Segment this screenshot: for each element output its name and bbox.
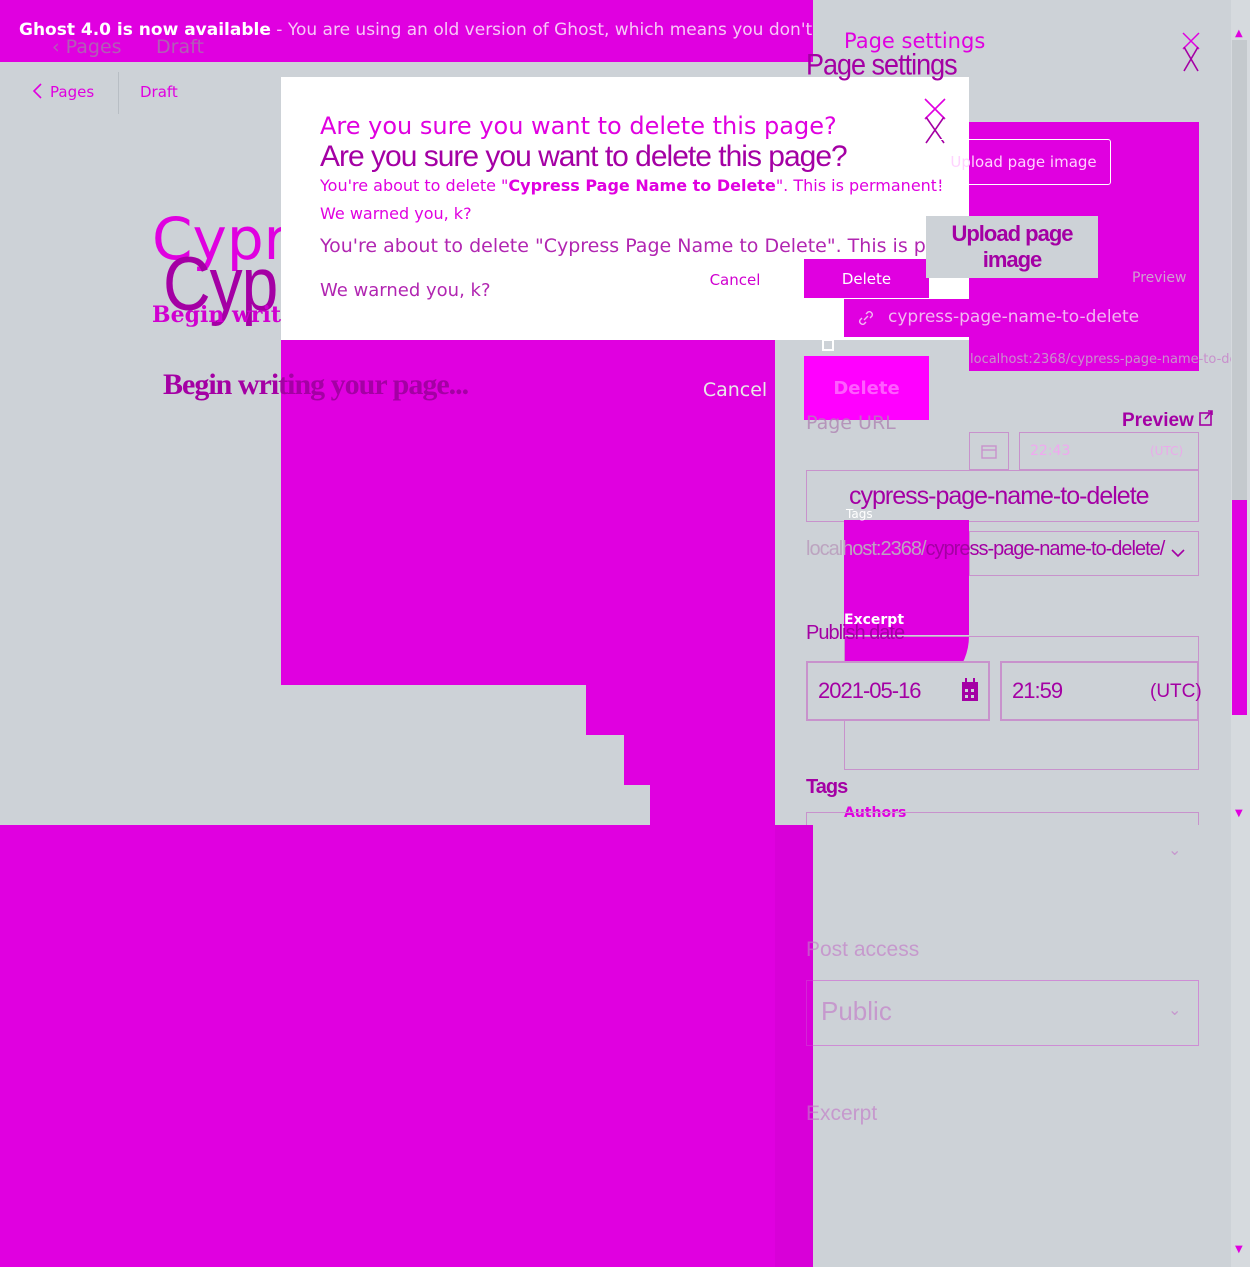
tags-input[interactable]	[806, 812, 1199, 825]
scroll-down-icon[interactable]: ▼	[1235, 1244, 1243, 1255]
cancel-button-shadow: Cancel	[690, 372, 780, 408]
tags-small-label: Tags	[846, 507, 873, 521]
drag-handle-icon	[822, 328, 834, 351]
tags-label: Tags	[806, 776, 848, 798]
excerpt-label: Excerpt	[806, 1102, 878, 1125]
chevron-down-icon: ⌄	[1168, 1002, 1182, 1019]
modal-body-shadow: You're about to delete "Cypress Page Nam…	[320, 235, 1026, 257]
link-icon	[859, 311, 873, 325]
modal-page-name: Cypress Page Name to Delete	[508, 176, 776, 195]
scrollbar-thumb-upper	[1232, 40, 1247, 500]
scroll-up-icon[interactable]: ▲	[1235, 28, 1243, 39]
close-icon	[1183, 46, 1199, 72]
delete-button-shadow: Delete	[804, 356, 929, 420]
modal-title-shadow: Are you sure you want to delete this pag…	[320, 140, 848, 173]
post-access-label: Post access	[806, 938, 920, 961]
modal-body: You're about to delete "Cypress Page Nam…	[320, 176, 944, 195]
publish-date-label: Publish date	[806, 622, 905, 644]
background-notch	[281, 685, 586, 825]
preview-link[interactable]: Preview	[1122, 410, 1213, 432]
banner-message: - You are using an old version of Ghost,…	[276, 20, 813, 40]
status-label: Draft	[140, 83, 178, 101]
modal-warning-shadow: We warned you, k?	[320, 280, 491, 301]
ghost-back-label: ‹ Pages	[52, 36, 122, 58]
modal-warning: We warned you, k?	[320, 204, 472, 223]
upload-image-button[interactable]: Upload page image	[936, 139, 1111, 185]
upload-image-button-shadow: Upload page image	[926, 216, 1098, 278]
background-notch	[586, 735, 624, 825]
chevron-left-icon	[32, 83, 42, 99]
delete-button[interactable]: Delete	[804, 259, 929, 298]
external-link-icon	[1199, 410, 1213, 426]
calendar-icon	[981, 445, 997, 459]
update-banner: Ghost 4.0 is now available - You are usi…	[0, 0, 813, 62]
page-url-label: Page URL	[806, 412, 896, 434]
timezone-small: (UTC)	[1150, 444, 1184, 458]
background-notch	[624, 785, 650, 825]
breadcrumb-divider	[118, 72, 119, 114]
chevron-down-icon: ⌄	[1168, 842, 1182, 859]
timezone-label: (UTC)	[1150, 681, 1202, 702]
page-body-shadow: Begin writing your page...	[163, 368, 469, 401]
modal-title: Are you sure you want to delete this pag…	[320, 112, 837, 140]
calendar-icon[interactable]	[961, 678, 979, 702]
scroll-down-icon[interactable]: ▼	[1235, 808, 1243, 819]
back-to-pages-link[interactable]: Pages	[32, 83, 94, 101]
ghost-status-label: Draft	[156, 36, 204, 58]
slug-url-small: localhost:2368/cypress-page-name-to-dele…	[970, 352, 1250, 367]
date-field-small	[969, 432, 1009, 470]
chevron-down-icon	[1171, 549, 1185, 558]
panel-edge	[775, 825, 813, 1267]
cancel-button[interactable]: Cancel	[690, 262, 780, 298]
full-page-url: localhost:2368/cypress-page-name-to-dele…	[806, 538, 1165, 560]
settings-title-shadow: Page settings	[806, 48, 958, 81]
back-label: Pages	[50, 83, 95, 101]
slug-field[interactable]: cypress-page-name-to-delete	[844, 299, 1199, 337]
post-access-value: Public	[821, 996, 892, 1026]
image-preview-label: Preview	[1132, 270, 1187, 286]
